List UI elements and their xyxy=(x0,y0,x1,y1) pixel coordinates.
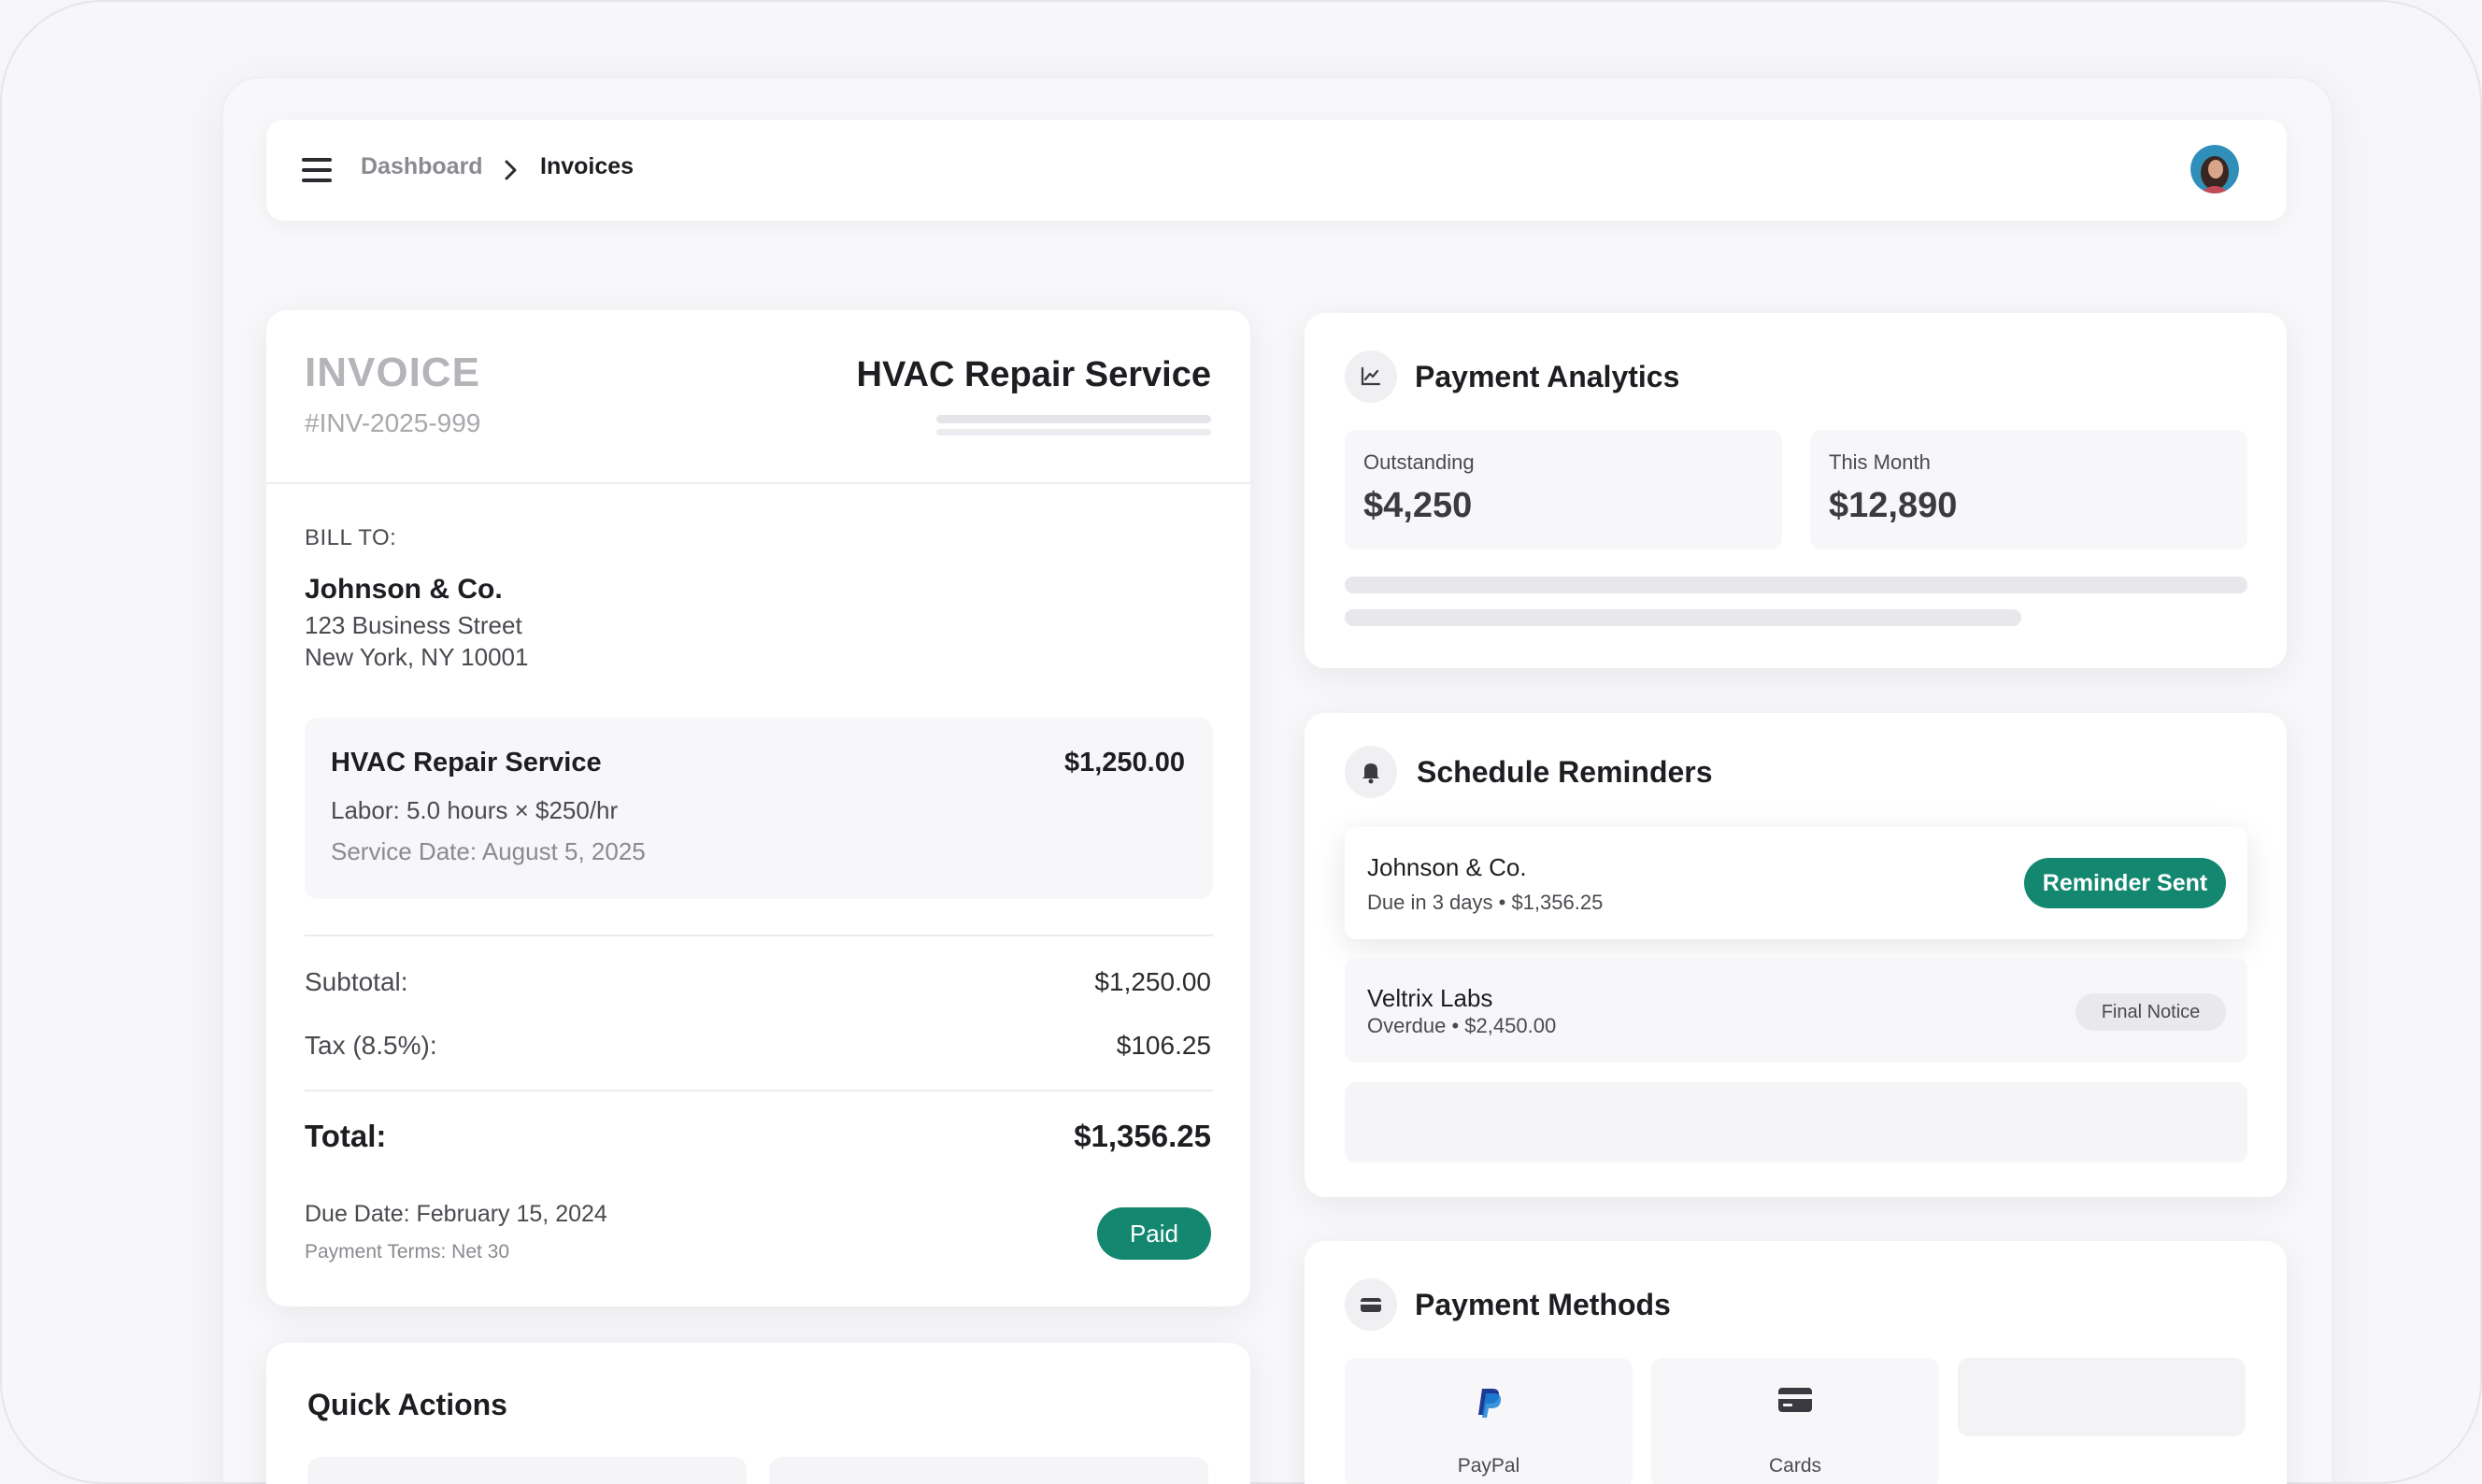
payment-methods-title: Payment Methods xyxy=(1415,1288,1671,1321)
chart-line-icon xyxy=(1345,350,1397,403)
tax-label: Tax (8.5%): xyxy=(305,1031,437,1060)
schedule-reminders-card: Schedule Reminders Johnson & Co. Due in … xyxy=(1305,713,2287,1197)
tax-value: $106.25 xyxy=(1116,1031,1211,1060)
bill-to-name: Johnson & Co. xyxy=(305,574,503,605)
due-date: Due Date: February 15, 2024 xyxy=(305,1201,607,1227)
payment-method-label: Cards xyxy=(1768,1455,1822,1477)
reminder-detail: Overdue • $2,450.00 xyxy=(1367,1014,1557,1037)
invoice-line-item: HVAC Repair Service $1,250.00 Labor: 5.0… xyxy=(305,718,1213,899)
line-item-amount: $1,250.00 xyxy=(1063,748,1185,778)
reminder-sent-button[interactable]: Reminder Sent xyxy=(2024,858,2226,908)
subtotal-label: Subtotal: xyxy=(305,967,408,996)
outstanding-label: Outstanding xyxy=(1363,450,1475,474)
subtotal-value: $1,250.00 xyxy=(1094,967,1211,996)
reminder-item-placeholder xyxy=(1345,1082,2247,1163)
payment-method-paypal[interactable]: PayPal xyxy=(1345,1358,1633,1484)
quick-action-button[interactable] xyxy=(769,1457,1208,1484)
payment-analytics-title: Payment Analytics xyxy=(1415,360,1680,393)
paypal-icon xyxy=(1478,1389,1502,1418)
user-avatar[interactable] xyxy=(2190,145,2239,193)
breadcrumb-dashboard-link[interactable]: Dashboard xyxy=(361,153,483,180)
this-month-label: This Month xyxy=(1829,450,1931,474)
credit-card-icon xyxy=(1778,1388,1812,1412)
outstanding-stat: Outstanding $4,250 xyxy=(1345,430,1782,549)
paid-status-badge[interactable]: Paid xyxy=(1097,1207,1211,1260)
bill-to-label: BILL TO: xyxy=(305,525,397,550)
reminder-client-name: Johnson & Co. xyxy=(1367,853,1527,881)
schedule-reminders-title: Schedule Reminders xyxy=(1417,755,1713,789)
reminder-item[interactable]: Johnson & Co. Due in 3 days • $1,356.25 … xyxy=(1345,827,2247,939)
divider xyxy=(266,482,1250,484)
payment-method-cards[interactable]: Cards xyxy=(1651,1358,1939,1484)
reminder-detail: Due in 3 days • $1,356.25 xyxy=(1367,891,1604,914)
invoice-service-title: HVAC Repair Service xyxy=(856,355,1211,394)
skeleton-line xyxy=(1345,609,2021,626)
payment-methods-card: Payment Methods PayPal Cards xyxy=(1305,1241,2287,1484)
quick-actions-card: Quick Actions xyxy=(266,1343,1250,1484)
skeleton-line xyxy=(936,415,1211,423)
line-item-name: HVAC Repair Service xyxy=(331,748,602,778)
quick-actions-title: Quick Actions xyxy=(307,1388,507,1421)
reminder-item[interactable]: Veltrix Labs Overdue • $2,450.00 Final N… xyxy=(1345,958,2247,1063)
payment-terms: Payment Terms: Net 30 xyxy=(305,1241,510,1263)
bell-icon xyxy=(1345,746,1397,798)
payment-method-label: PayPal xyxy=(1457,1455,1520,1477)
this-month-stat: This Month $12,890 xyxy=(1810,430,2247,549)
invoice-card: INVOICE #INV-2025-999 HVAC Repair Servic… xyxy=(266,310,1250,1306)
payment-method-placeholder xyxy=(1958,1358,2246,1436)
breadcrumb-current: Invoices xyxy=(540,153,635,179)
reminder-client-name: Veltrix Labs xyxy=(1367,984,1493,1012)
skeleton-line xyxy=(936,429,1211,435)
total-label: Total: xyxy=(305,1119,387,1153)
chevron-right-icon xyxy=(505,160,517,180)
hamburger-menu-icon[interactable] xyxy=(302,158,332,182)
divider xyxy=(305,1090,1213,1092)
final-notice-button[interactable]: Final Notice xyxy=(2075,993,2226,1031)
line-item-service-date: Service Date: August 5, 2025 xyxy=(331,837,646,865)
skeleton-line xyxy=(1345,577,2247,593)
top-bar: Dashboard Invoices xyxy=(266,120,2287,221)
bill-to-address-line1: 123 Business Street xyxy=(305,611,522,639)
invoice-number: #INV-2025-999 xyxy=(305,408,481,437)
outstanding-value: $4,250 xyxy=(1363,486,1473,525)
quick-action-button[interactable] xyxy=(307,1457,747,1484)
invoice-title: INVOICE xyxy=(305,350,480,395)
line-item-labor: Labor: 5.0 hours × $250/hr xyxy=(331,796,619,824)
total-value: $1,356.25 xyxy=(1074,1119,1211,1153)
payment-analytics-card: Payment Analytics Outstanding $4,250 Thi… xyxy=(1305,313,2287,668)
bill-to-address-line2: New York, NY 10001 xyxy=(305,643,529,671)
this-month-value: $12,890 xyxy=(1829,486,1958,525)
wallet-icon xyxy=(1345,1278,1397,1331)
divider xyxy=(305,935,1213,936)
